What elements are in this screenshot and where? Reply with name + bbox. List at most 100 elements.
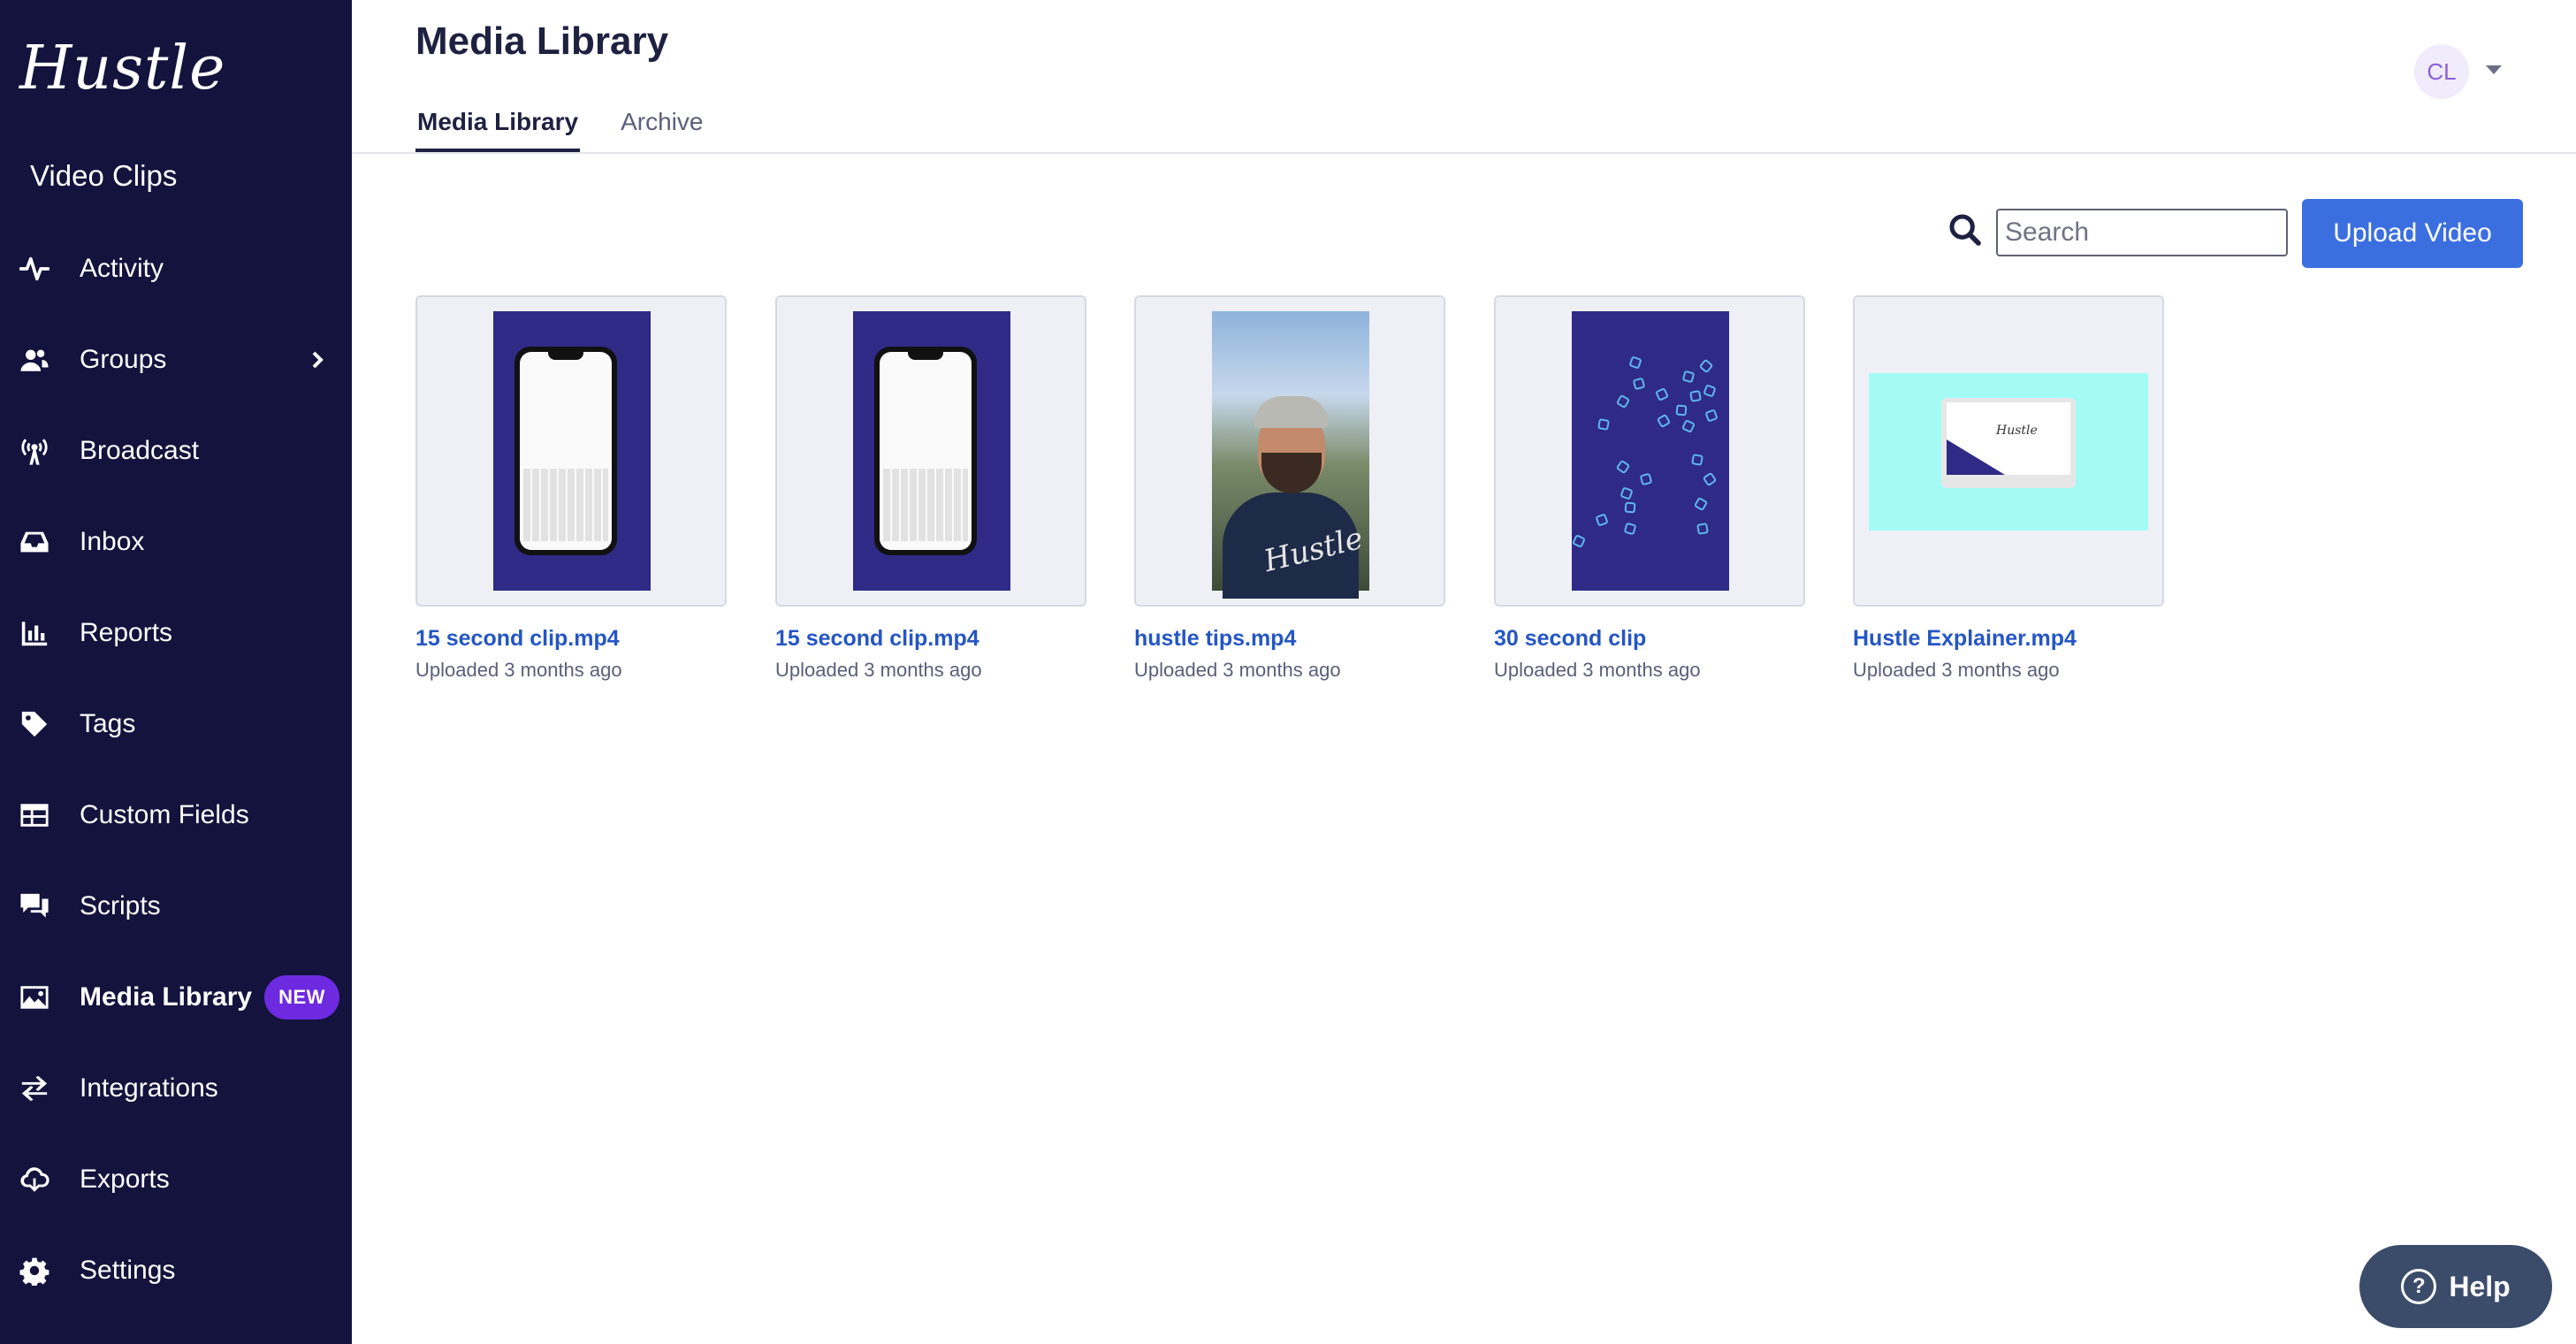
square-shape bbox=[1623, 522, 1637, 536]
video-thumbnail[interactable] bbox=[415, 295, 727, 607]
sidebar-item-media-library[interactable]: Media Library NEW bbox=[0, 951, 352, 1042]
sidebar-item-label: Media Library bbox=[80, 981, 253, 1012]
sidebar-item-label: Scripts bbox=[80, 890, 161, 920]
new-badge: NEW bbox=[264, 974, 339, 1019]
square-shape bbox=[1656, 413, 1672, 429]
tab-archive[interactable]: Archive bbox=[619, 104, 705, 153]
square-shape bbox=[1689, 390, 1702, 402]
video-thumbnail[interactable]: Hustle bbox=[1853, 295, 2164, 607]
sidebar-item-custom-fields[interactable]: Custom Fields bbox=[0, 769, 352, 860]
broadcast-tower-icon bbox=[18, 434, 51, 468]
sidebar-item-label: Reports bbox=[80, 617, 173, 647]
phone-image bbox=[514, 347, 617, 555]
sidebar-item-label: Tags bbox=[80, 708, 136, 738]
media-upload-time: Uploaded 3 months ago bbox=[1853, 659, 2060, 681]
square-shape bbox=[1675, 404, 1688, 416]
laptop-screen: Hustle bbox=[1947, 402, 2070, 475]
sidebar-item-label: Settings bbox=[80, 1255, 176, 1285]
page-title: Media Library bbox=[415, 19, 669, 63]
phone-keyboard bbox=[883, 469, 968, 541]
sidebar-item-reports[interactable]: Reports bbox=[0, 587, 352, 678]
square-shape bbox=[1698, 358, 1714, 374]
thumbnail-background bbox=[853, 311, 1010, 591]
person-cap bbox=[1254, 396, 1329, 428]
phone-notch bbox=[548, 352, 583, 360]
section-title: Video Clips bbox=[30, 159, 178, 192]
sidebar-item-tags[interactable]: Tags bbox=[0, 678, 352, 769]
exchange-icon bbox=[18, 1072, 51, 1105]
square-shape bbox=[1681, 370, 1696, 384]
sidebar-item-label: Groups bbox=[80, 344, 167, 374]
video-thumbnail[interactable] bbox=[1494, 295, 1805, 607]
activity-icon bbox=[18, 252, 51, 286]
image-icon bbox=[18, 981, 51, 1014]
square-shape bbox=[1691, 454, 1703, 466]
phone-notch bbox=[908, 352, 943, 360]
screen-logo-text: Hustle bbox=[1996, 424, 2038, 438]
sidebar-item-label: Activity bbox=[80, 253, 164, 283]
sidebar-item-label: Inbox bbox=[80, 526, 145, 556]
square-shape bbox=[1704, 409, 1719, 423]
sidebar-item-scripts[interactable]: Scripts bbox=[0, 860, 352, 951]
tab-divider bbox=[352, 152, 2576, 154]
sidebar-item-activity[interactable]: Activity bbox=[0, 223, 352, 314]
phone-screen bbox=[520, 352, 612, 550]
media-title-link[interactable]: 15 second clip.mp4 bbox=[775, 626, 1086, 652]
laptop-image: Hustle bbox=[1941, 398, 2076, 488]
square-shape bbox=[1655, 387, 1669, 401]
phone-screen bbox=[880, 352, 972, 550]
square-shape bbox=[1703, 384, 1717, 398]
user-avatar[interactable]: CL bbox=[2414, 44, 2469, 99]
thumbnail-background bbox=[493, 311, 651, 591]
media-upload-time: Uploaded 3 months ago bbox=[1134, 659, 1341, 681]
sidebar-item-label: Exports bbox=[80, 1164, 170, 1194]
square-shape bbox=[1639, 472, 1653, 486]
sidebar-item-exports[interactable]: Exports bbox=[0, 1134, 352, 1225]
cloud-download-icon bbox=[18, 1163, 51, 1196]
media-title-link[interactable]: 15 second clip.mp4 bbox=[415, 626, 727, 652]
phone-image bbox=[874, 347, 977, 555]
table-icon bbox=[18, 798, 51, 832]
media-title-link[interactable]: hustle tips.mp4 bbox=[1134, 626, 1445, 652]
users-icon bbox=[18, 343, 51, 377]
sidebar-nav: Activity Groups Broadcast Inbox Reports … bbox=[0, 223, 352, 1316]
video-thumbnail[interactable] bbox=[775, 295, 1086, 607]
sidebar-item-label: Integrations bbox=[80, 1073, 218, 1103]
thumbnail-background: Hustle bbox=[1869, 373, 2148, 531]
sidebar-item-integrations[interactable]: Integrations bbox=[0, 1042, 352, 1134]
media-card: 15 second clip.mp4 Uploaded 3 months ago bbox=[415, 295, 727, 682]
thumbnail-background bbox=[1572, 311, 1729, 591]
person-beard bbox=[1261, 453, 1322, 493]
gear-icon bbox=[18, 1254, 51, 1287]
square-shape bbox=[1632, 377, 1646, 391]
square-shape bbox=[1597, 418, 1610, 431]
sidebar-item-settings[interactable]: Settings bbox=[0, 1225, 352, 1316]
square-shape bbox=[1628, 355, 1642, 370]
help-button[interactable]: ? Help bbox=[2359, 1245, 2552, 1328]
sidebar-item-broadcast[interactable]: Broadcast bbox=[0, 405, 352, 496]
video-thumbnail[interactable]: Hustle bbox=[1134, 295, 1445, 607]
hustle-logo[interactable]: Hustle bbox=[19, 34, 225, 103]
sidebar-item-groups[interactable]: Groups bbox=[0, 314, 352, 405]
tab-media-library[interactable]: Media Library bbox=[415, 104, 581, 153]
inbox-icon bbox=[18, 525, 51, 559]
search-icon bbox=[1947, 212, 1983, 248]
search-input[interactable] bbox=[1996, 209, 2288, 256]
square-shape bbox=[1595, 513, 1609, 527]
square-shape bbox=[1681, 419, 1696, 433]
triangle-shape bbox=[1947, 439, 2005, 475]
media-title-link[interactable]: 30 second clip bbox=[1494, 626, 1805, 652]
help-label: Help bbox=[2449, 1270, 2511, 1302]
media-title-link[interactable]: Hustle Explainer.mp4 bbox=[1853, 626, 2164, 652]
media-card: 15 second clip.mp4 Uploaded 3 months ago bbox=[775, 295, 1086, 682]
square-shape bbox=[1572, 534, 1586, 548]
media-card: Hustle hustle tips.mp4 Uploaded 3 months… bbox=[1134, 295, 1445, 682]
sidebar-item-inbox[interactable]: Inbox bbox=[0, 496, 352, 587]
media-upload-time: Uploaded 3 months ago bbox=[415, 659, 622, 681]
media-upload-time: Uploaded 3 months ago bbox=[1494, 659, 1701, 681]
selfie-photo: Hustle bbox=[1212, 311, 1369, 599]
caret-down-icon[interactable] bbox=[2486, 65, 2502, 74]
upload-video-button[interactable]: Upload Video bbox=[2302, 199, 2523, 268]
chevron-right-icon[interactable] bbox=[308, 350, 327, 370]
tag-icon bbox=[18, 707, 51, 741]
